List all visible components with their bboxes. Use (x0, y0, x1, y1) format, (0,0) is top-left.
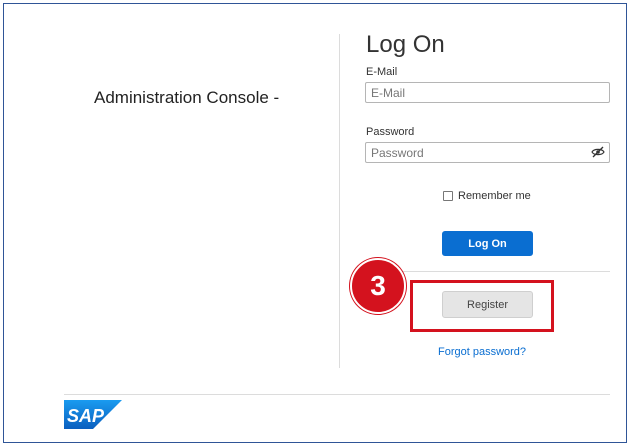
highlight-box (410, 280, 554, 332)
step-number-badge: 3 (350, 258, 406, 314)
email-field[interactable] (365, 82, 610, 103)
sap-logo: SAP (64, 400, 122, 429)
form-divider (400, 271, 610, 272)
password-label: Password (366, 126, 415, 138)
forgot-password-link[interactable]: Forgot password? (438, 346, 526, 358)
password-field[interactable] (365, 142, 610, 163)
remember-me[interactable]: Remember me (443, 190, 531, 202)
remember-checkbox[interactable] (443, 191, 453, 201)
logon-button[interactable]: Log On (442, 231, 533, 256)
sap-logo-text: SAP (67, 406, 105, 426)
console-title: Administration Console - (94, 88, 280, 107)
vertical-divider (339, 34, 340, 368)
eye-slash-icon[interactable] (591, 146, 605, 158)
email-label: E-Mail (366, 66, 398, 78)
footer-divider (64, 394, 610, 395)
remember-label: Remember me (458, 190, 531, 202)
window-frame (3, 3, 627, 443)
logon-heading: Log On (366, 31, 445, 58)
